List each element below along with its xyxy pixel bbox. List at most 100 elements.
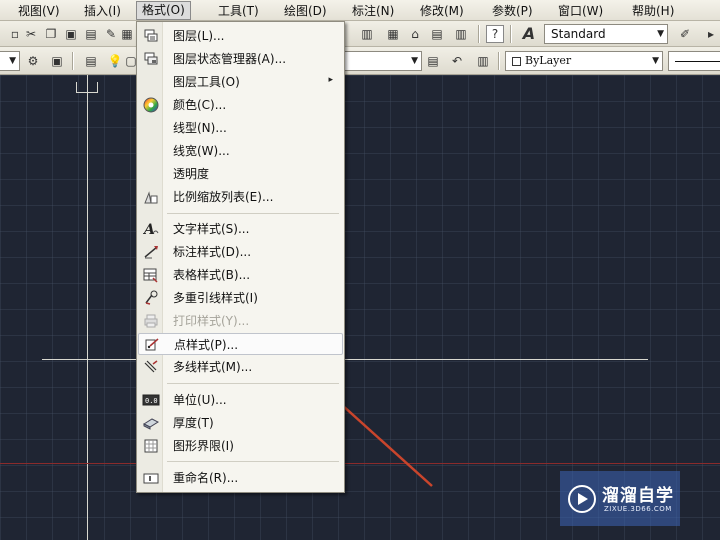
chevron-down-icon: ▼	[9, 56, 16, 66]
layers-toolbar: ▼ ⚙ ▣ ▤ 💡 ▢ ▼ ▤ ↶ ▥ ByLayer ▼	[0, 47, 720, 75]
color-swatch	[512, 56, 521, 66]
menu-item-layer[interactable]: 图层(L)...	[138, 25, 343, 47]
menu-item-label: 比例缩放列表(E)...	[173, 190, 274, 204]
menu-item-layer-state-manager[interactable]: 图层状态管理器(A)...	[138, 48, 343, 70]
menu-item-lineweight[interactable]: 线宽(W)...	[138, 140, 343, 162]
menu-help[interactable]: 帮助(H)	[632, 3, 674, 19]
menu-bar: 视图(V) 插入(I) 格式(O) 工具(T) 绘图(D) 标注(N) 修改(M…	[0, 0, 720, 21]
multileader-style-icon	[141, 289, 160, 307]
layer-icon	[141, 27, 160, 45]
drawing-limits-icon	[141, 437, 160, 455]
menu-separator	[167, 461, 339, 462]
toolbar-icon[interactable]: ▣	[48, 52, 66, 70]
text-style-value: Standard	[551, 27, 606, 41]
layer-combo[interactable]: ▼	[0, 51, 20, 71]
menu-item-label: 文字样式(S)...	[173, 222, 250, 236]
rename-icon	[141, 469, 160, 487]
menu-item-color[interactable]: 颜色(C)...	[138, 94, 343, 116]
menu-item-scale-list[interactable]: 比例缩放列表(E)...	[138, 186, 343, 208]
format-menu: 图层(L)... 图层状态管理器(A)... 图层工具(O) ▸ 颜色(C)..…	[136, 21, 345, 493]
menu-item-label: 图形界限(I)	[173, 439, 234, 453]
color-control-combo[interactable]: ByLayer ▼	[505, 51, 663, 71]
menu-item-label: 标注样式(D)...	[173, 245, 252, 259]
toolbar-separator	[72, 52, 74, 70]
calculator-icon[interactable]: ▥	[452, 25, 470, 43]
menu-item-rename[interactable]: 重命名(R)...	[138, 467, 343, 489]
menu-separator	[167, 213, 339, 214]
layer-icon[interactable]: ▤	[82, 52, 100, 70]
linetype-sample	[675, 61, 720, 62]
menu-item-label: 重命名(R)...	[173, 471, 239, 485]
paste-icon[interactable]: ▣	[62, 25, 80, 43]
watermark-logo: 溜溜自学 ZIXUE.3D66.COM	[560, 471, 680, 526]
menu-item-label: 线宽(W)...	[173, 144, 230, 158]
menu-item-dimension-style[interactable]: 标注样式(D)...	[138, 241, 343, 263]
menu-separator	[167, 383, 339, 384]
menu-item-multiline-style[interactable]: 多线样式(M)...	[138, 356, 343, 378]
menu-item-label: 图层(L)...	[173, 29, 225, 43]
menu-parametric[interactable]: 参数(P)	[492, 3, 533, 19]
svg-text:A: A	[143, 222, 155, 237]
cut-icon[interactable]: ✂	[22, 25, 40, 43]
match-properties-icon[interactable]: ▤	[82, 25, 100, 43]
menu-format[interactable]: 格式(O)	[136, 1, 191, 20]
layer-state-icon[interactable]: ▤	[424, 52, 442, 70]
menu-item-thickness[interactable]: 厚度(T)	[138, 412, 343, 434]
toolbar-separator	[478, 25, 480, 43]
menu-item-linetype[interactable]: 线型(N)...	[138, 117, 343, 139]
text-style-combo[interactable]: Standard ▼	[544, 24, 668, 44]
menu-modify[interactable]: 修改(M)	[420, 3, 464, 19]
text-style-icon[interactable]: A	[520, 24, 538, 43]
menu-view[interactable]: 视图(V)	[18, 3, 60, 19]
point-style-icon	[142, 336, 161, 354]
menu-item-transparency[interactable]: 透明度	[138, 163, 343, 185]
menu-insert[interactable]: 插入(I)	[84, 3, 121, 19]
multiline-style-icon	[141, 358, 160, 376]
layer-state-icon	[141, 50, 160, 68]
menu-item-layer-tools[interactable]: 图层工具(O) ▸	[138, 71, 343, 93]
watermark-url: ZIXUE.3D66.COM	[604, 505, 672, 513]
thickness-icon	[141, 414, 160, 432]
toolbar-separator	[498, 52, 500, 70]
menu-item-label: 厚度(T)	[173, 416, 214, 430]
toolbar-icon[interactable]: ▦	[118, 25, 136, 43]
menu-item-units[interactable]: 0.0 单位(U)...	[138, 389, 343, 411]
toolbar-icon[interactable]: ▸	[702, 25, 720, 43]
menu-item-point-style[interactable]: 点样式(P)...	[138, 333, 343, 355]
standard-toolbar: ▫ ✂ ❐ ▣ ▤ ✎ ▦ ▥ ▦ ⌂ ▤ ▥ ? A Standard ▼ ✐…	[0, 21, 720, 47]
menu-item-label: 线型(N)...	[173, 121, 227, 135]
help-icon[interactable]: ?	[486, 25, 504, 43]
color-wheel-icon	[141, 96, 160, 114]
layer-previous-icon[interactable]: ↶	[448, 52, 466, 70]
linetype-combo[interactable]	[668, 51, 720, 71]
copy-icon[interactable]: ❐	[42, 25, 60, 43]
plot-style-icon	[141, 312, 160, 330]
menu-draw[interactable]: 绘图(D)	[284, 3, 327, 19]
menu-dimension[interactable]: 标注(N)	[352, 3, 394, 19]
color-control-value: ByLayer	[525, 54, 572, 67]
menu-item-table-style[interactable]: 表格样式(B)...	[138, 264, 343, 286]
dimension-style-icon	[141, 243, 160, 261]
toolbar-icon[interactable]: ⌂	[406, 25, 424, 43]
menu-item-label: 多重引线样式(I)	[173, 291, 258, 305]
scale-list-icon	[141, 188, 160, 206]
menu-item-label: 表格样式(B)...	[173, 268, 251, 282]
dimension-style-icon[interactable]: ✐	[676, 25, 694, 43]
grid-icon[interactable]: ▦	[384, 25, 402, 43]
menu-item-plot-style: 打印样式(Y)...	[138, 310, 343, 332]
menu-item-multileader-style[interactable]: 多重引线样式(I)	[138, 287, 343, 309]
toolbar-icon[interactable]: ▤	[428, 25, 446, 43]
layer-isolate-icon[interactable]: ▥	[474, 52, 492, 70]
menu-window[interactable]: 窗口(W)	[558, 3, 603, 19]
chevron-down-icon: ▼	[652, 56, 659, 66]
chevron-down-icon: ▼	[657, 29, 664, 39]
menu-item-label: 点样式(P)...	[174, 338, 239, 352]
menu-tools[interactable]: 工具(T)	[218, 3, 259, 19]
gear-icon[interactable]: ⚙	[24, 52, 42, 70]
svg-text:0.0: 0.0	[145, 397, 158, 405]
menu-item-drawing-limits[interactable]: 图形界限(I)	[138, 435, 343, 457]
menu-item-text-style[interactable]: A 文字样式(S)...	[138, 218, 343, 240]
layer-name-combo[interactable]: ▼	[340, 51, 422, 71]
watermark-title: 溜溜自学	[602, 486, 674, 506]
table-icon[interactable]: ▥	[358, 25, 376, 43]
